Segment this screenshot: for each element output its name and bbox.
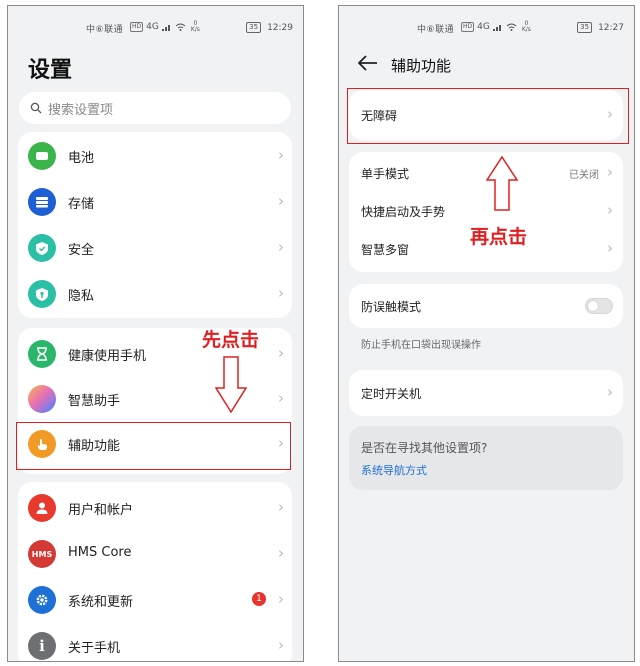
chevron-right-icon: ›	[278, 146, 284, 164]
chevron-right-icon: ›	[607, 163, 613, 181]
status-bar: 中⑥联通 HD 4G 0 K/s 35 12:27	[339, 20, 634, 36]
settings-item-label: 安全	[68, 243, 95, 258]
settings-item-label: 存储	[68, 197, 95, 212]
chevron-right-icon: ›	[278, 192, 284, 210]
battery-icon	[28, 142, 56, 170]
settings-item-label: 电池	[68, 151, 95, 166]
settings-item-label: 隐私	[68, 289, 95, 304]
settings-item-smart-assistant[interactable]: 智慧助手 ›	[18, 377, 292, 422]
chevron-right-icon: ›	[607, 201, 613, 219]
carrier-label: 中⑥联通	[417, 25, 455, 35]
hms-icon: HMS	[28, 540, 56, 568]
signal-label: 4G	[146, 22, 159, 32]
settings-item-hms-core[interactable]: HMS HMS Core ›	[18, 532, 292, 577]
settings-item-system-update[interactable]: 系统和更新 1 ›	[18, 578, 292, 623]
chevron-right-icon: ›	[278, 344, 284, 362]
chevron-right-icon: ›	[278, 590, 284, 608]
settings-item-battery[interactable]: 电池 ›	[18, 134, 292, 179]
signal-icon	[161, 25, 170, 31]
settings-item-scheduled-power[interactable]: 定时开关机 ›	[349, 374, 623, 412]
settings-screen: 中⑥联通 HD 4G 0K/s 35 12:29 设置 搜索设置项 电池 ›	[7, 5, 304, 662]
wifi-icon	[175, 23, 186, 31]
highlight-box-accessibility	[16, 422, 291, 470]
hd-icon: HD	[130, 22, 144, 32]
settings-item-label: 健康使用手机	[68, 349, 147, 364]
user-icon	[28, 494, 56, 522]
assistant-icon	[28, 385, 56, 413]
chevron-right-icon: ›	[278, 544, 284, 562]
search-placeholder: 搜索设置项	[48, 102, 114, 118]
annotation-click-first: 先点击	[202, 329, 260, 351]
chevron-right-icon: ›	[278, 389, 284, 407]
settings-item-about-phone[interactable]: i 关于手机 ›	[18, 624, 292, 661]
clock: 12:29	[267, 22, 293, 33]
wifi-icon	[506, 23, 517, 31]
signal-label: 4G	[477, 22, 490, 32]
network-icons: HD 4G 0 K/s	[130, 21, 200, 33]
settings-item-privacy[interactable]: 隐私 ›	[18, 272, 292, 317]
battery-indicator: 35	[577, 22, 593, 33]
suggestion-link[interactable]: 系统导航方式	[361, 462, 427, 478]
chevron-right-icon: ›	[278, 498, 284, 516]
mistouch-toggle[interactable]	[585, 298, 613, 314]
up-arrow-icon	[485, 156, 519, 211]
settings-item-accounts[interactable]: 用户和帐户 ›	[18, 486, 292, 531]
status-bar: 中⑥联通 HD 4G 0 K/s 35 12:29	[8, 20, 303, 36]
settings-item-label: 系统和更新	[68, 595, 134, 610]
settings-item-label: 单手模式	[361, 167, 410, 181]
settings-item-label: 防误触模式	[361, 300, 422, 314]
settings-item-label: HMS Core	[68, 545, 132, 560]
signal-icon	[492, 25, 501, 31]
chevron-right-icon: ›	[278, 284, 284, 302]
highlight-box-accessibility	[347, 88, 629, 144]
settings-group-device: 电池 › 存储 › 安全 › 隐私 ›	[18, 132, 292, 318]
info-icon: i	[28, 632, 56, 660]
settings-group-mistouch: 防误触模式	[349, 284, 623, 328]
settings-item-label: 定时开关机	[361, 387, 422, 401]
settings-item-label: 快捷启动及手势	[361, 205, 446, 219]
hourglass-icon	[28, 340, 56, 368]
shield-icon	[28, 234, 56, 262]
back-arrow-icon[interactable]	[357, 54, 379, 72]
network-speed: 0 K/s	[191, 21, 200, 33]
hd-icon: HD	[461, 22, 475, 32]
chevron-right-icon: ›	[607, 239, 613, 257]
settings-item-label: 关于手机	[68, 641, 121, 656]
suggestion-card: 是否在寻找其他设置项? 系统导航方式	[349, 426, 623, 490]
settings-group-timer: 定时开关机 ›	[349, 370, 623, 416]
notification-badge: 1	[252, 592, 266, 606]
settings-item-mistouch-mode: 防误触模式	[349, 287, 623, 325]
network-icons: HD 4G 0 K/s	[461, 21, 531, 33]
annotation-click-again: 再点击	[470, 226, 528, 248]
mistouch-hint: 防止手机在口袋出现误操作	[361, 340, 481, 351]
toggle-knob	[588, 301, 598, 311]
chevron-right-icon: ›	[278, 636, 284, 654]
settings-item-label: 用户和帐户	[68, 503, 134, 518]
chevron-right-icon: ›	[607, 383, 613, 401]
storage-icon	[28, 188, 56, 216]
speed-unit: K/s	[521, 26, 531, 33]
settings-item-security[interactable]: 安全 ›	[18, 226, 292, 271]
speed-unit: K/s	[190, 26, 200, 33]
clock: 12:27	[598, 22, 624, 33]
down-arrow-icon	[214, 356, 248, 414]
page-title: 设置	[28, 58, 73, 83]
battery-indicator: 35	[246, 22, 262, 33]
status-text: 已关闭	[569, 170, 599, 181]
chevron-right-icon: ›	[278, 238, 284, 256]
suggestion-question: 是否在寻找其他设置项?	[361, 441, 488, 455]
settings-group-system: 用户和帐户 › HMS HMS Core › 系统和更新 1 › i 关于手机 …	[18, 482, 292, 661]
accessibility-screen: 中⑥联通 HD 4G 0 K/s 35 12:27 辅助功能 无障碍 › 单手模式…	[338, 5, 635, 662]
page-title: 辅助功能	[391, 57, 452, 75]
settings-item-storage[interactable]: 存储 ›	[18, 180, 292, 225]
privacy-icon	[28, 280, 56, 308]
gear-icon	[28, 586, 56, 614]
search-icon	[30, 102, 42, 114]
carrier-label: 中⑥联通	[86, 25, 124, 35]
settings-item-label: 智慧助手	[68, 394, 121, 409]
search-input[interactable]: 搜索设置项	[19, 92, 291, 124]
settings-item-label: 智慧多窗	[361, 243, 410, 257]
network-speed: 0 K/s	[522, 21, 531, 33]
